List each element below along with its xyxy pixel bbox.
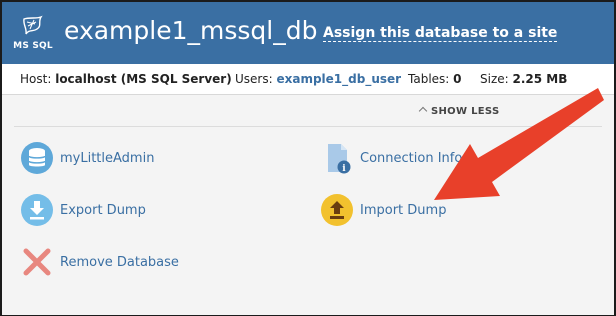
red-arrow-annotation [434,88,604,200]
